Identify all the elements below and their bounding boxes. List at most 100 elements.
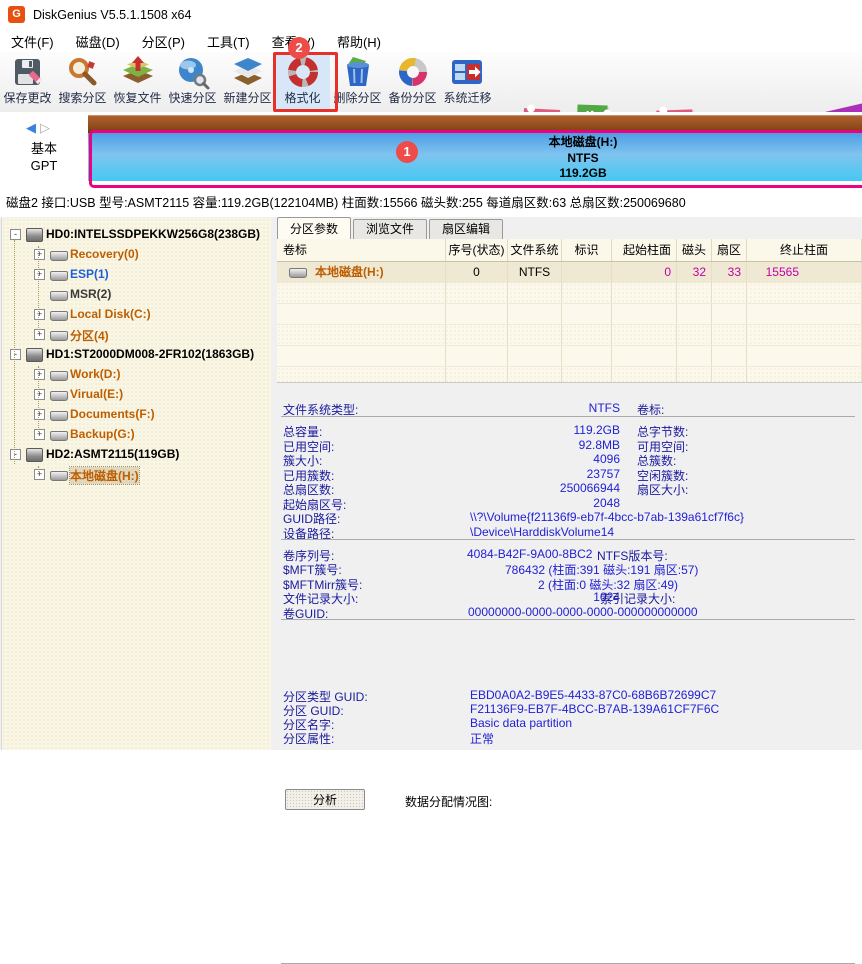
tree-item[interactable]: - HD2:ASMT2115(119GB) — [2, 444, 271, 464]
delete-partition-icon — [346, 57, 369, 86]
tree-item[interactable]: + 本地磁盘(H:) — [2, 464, 271, 485]
expand-toggle-icon[interactable]: + — [34, 249, 45, 260]
column-header: 序号(状态) — [446, 239, 508, 261]
expand-toggle-icon[interactable]: + — [34, 329, 45, 340]
detail-value: EBD0A0A2-B9E5-4433-87C0-68B6B72699C7 — [470, 688, 717, 702]
partition-fs: NTFS — [567, 150, 599, 165]
partition-icon — [50, 411, 68, 421]
table-empty-row — [277, 304, 862, 325]
table-empty-cell — [562, 367, 612, 382]
delete-partition-button[interactable]: 删除分区 — [330, 53, 385, 111]
table-cell: 33 — [712, 262, 747, 283]
table-empty-cell — [446, 367, 508, 382]
save-changes-button[interactable]: 保存更改 — [0, 53, 55, 111]
toolbar-button-label: 备份分区 — [388, 91, 437, 105]
tree-item[interactable]: + Work(D:) — [2, 364, 271, 384]
tree-item[interactable]: + 分区(4) — [2, 324, 271, 344]
detail-label: 扇区大小: — [637, 483, 689, 497]
tree-item[interactable]: - HD1:ST2000DM008-2FR102(1863GB) — [2, 344, 271, 364]
expand-toggle-icon[interactable]: + — [34, 429, 45, 440]
detail-value: 1024 — [593, 590, 620, 604]
partition-icon — [50, 431, 68, 441]
tree-item-label: HD2:ASMT2115(119GB) — [46, 447, 180, 461]
tree-item[interactable]: MSR(2) — [2, 284, 271, 304]
app-logo-icon: G — [8, 6, 25, 23]
expand-toggle-icon[interactable]: + — [34, 389, 45, 400]
tree-item-label: Local Disk(C:) — [70, 307, 151, 321]
partition-icon — [289, 268, 307, 278]
menu-item[interactable]: 分区(P) — [131, 32, 196, 51]
tab-sector-edit[interactable]: 扇区编辑 — [429, 219, 504, 239]
table-row[interactable]: 本地磁盘(H:) 0 NTFS 0 32 33 15565 — [277, 262, 862, 283]
toolbar-button-label: 新建分区 — [223, 91, 272, 105]
table-empty-row — [277, 367, 862, 382]
expand-toggle-icon[interactable]: + — [34, 469, 45, 480]
search-partition-button[interactable]: 搜索分区 — [55, 53, 110, 111]
diskgenius-window: { "window": { "title": "DiskGenius V5.5.… — [0, 0, 862, 964]
expand-toggle-icon[interactable]: + — [34, 309, 45, 320]
table-empty-cell — [277, 367, 446, 382]
menu-item[interactable]: 查看(V) — [261, 32, 326, 51]
tree-item[interactable]: + Recovery(0) — [2, 244, 271, 264]
menu-item[interactable]: 磁盘(D) — [65, 32, 131, 51]
data-allocation-caption: 数据分配情况图: — [405, 795, 493, 809]
quick-partition-button[interactable]: 快速分区 — [165, 53, 220, 111]
partition-style-label: 基本 — [30, 141, 57, 156]
tree-item[interactable]: + ESP(1) — [2, 264, 271, 284]
format-button[interactable]: 格式化 — [275, 53, 330, 111]
expand-toggle-icon[interactable]: + — [34, 269, 45, 280]
table-empty-cell — [612, 283, 677, 303]
table-empty-cell — [562, 325, 612, 345]
tab-partition-params[interactable]: 分区参数 — [277, 217, 352, 239]
back-arrow-icon[interactable]: ◀ — [26, 120, 40, 135]
table-cell: 本地磁盘(H:) — [277, 262, 446, 283]
disk-icon — [26, 348, 43, 362]
forward-arrow-icon[interactable]: ▷ — [40, 120, 54, 135]
menu-item[interactable]: 帮助(H) — [326, 32, 392, 51]
table-header-row: 卷标 序号(状态) 文件系统 标识 起始柱面 磁头 扇区 终止柱面 — [277, 239, 862, 262]
collapse-toggle-icon[interactable]: - — [10, 449, 21, 460]
table-empty-cell — [277, 325, 446, 345]
recover-files-button[interactable]: 恢复文件 — [110, 53, 165, 111]
collapse-toggle-icon[interactable]: - — [10, 229, 21, 240]
expand-toggle-icon[interactable]: + — [34, 369, 45, 380]
disk-header-strip[interactable] — [88, 115, 862, 134]
expand-toggle-icon[interactable]: + — [34, 409, 45, 420]
table-empty-cell — [562, 283, 612, 303]
tree-item-label: ESP(1) — [70, 267, 109, 281]
table-cell: NTFS — [508, 262, 562, 283]
disk-info-bar: 磁盘2 接口:USB 型号:ASMT2115 容量:119.2GB(122104… — [0, 190, 862, 218]
table-empty-cell — [612, 367, 677, 382]
partition-block-text: 本地磁盘(H:) NTFS 119.2GB — [304, 135, 862, 182]
disk-nav-arrows[interactable]: ◀▷ — [26, 120, 54, 136]
tree-item[interactable]: - HD0:INTELSSDPEKKW256G8(238GB) — [2, 224, 271, 244]
tree-item[interactable]: + Documents(F:) — [2, 404, 271, 424]
menu-item[interactable]: 工具(T) — [196, 32, 261, 51]
table-empty-cell — [747, 304, 862, 324]
backup-partition-button[interactable]: 备份分区 — [385, 53, 440, 111]
tree-item[interactable]: + Local Disk(C:) — [2, 304, 271, 324]
table-cell — [562, 262, 612, 283]
new-partition-button[interactable]: 新建分区 — [220, 53, 275, 111]
tree-item[interactable]: + Backup(G:) — [2, 424, 271, 444]
toolbar-button-label: 恢复文件 — [113, 91, 162, 105]
table-empty-cell — [677, 346, 712, 366]
system-migration-button[interactable]: 系统迁移 — [440, 53, 495, 111]
toolbar-button-label: 删除分区 — [333, 91, 382, 105]
analyze-button[interactable]: 分析 — [285, 789, 365, 810]
collapse-toggle-icon[interactable]: - — [10, 349, 21, 360]
column-header: 卷标 — [277, 239, 446, 261]
tree-item[interactable]: + Virual(E:) — [2, 384, 271, 404]
detail-value: 119.2GB — [573, 423, 620, 437]
detail-value: 250066944 — [559, 481, 620, 495]
toolbar-button-label: 系统迁移 — [443, 91, 492, 105]
tab-browse-files[interactable]: 浏览文件 — [353, 219, 428, 239]
table-empty-cell — [277, 283, 446, 303]
table-empty-cell — [562, 346, 612, 366]
tree-guide-line — [38, 246, 39, 334]
menu-item[interactable]: 文件(F) — [0, 32, 65, 51]
table-empty-cell — [712, 346, 747, 366]
table-empty-cell — [677, 325, 712, 345]
detail-value: \\?\Volume{f21136f9-eb7f-4bcc-b7ab-139a6… — [470, 510, 744, 524]
detail-value: \Device\HarddiskVolume14 — [470, 524, 615, 539]
